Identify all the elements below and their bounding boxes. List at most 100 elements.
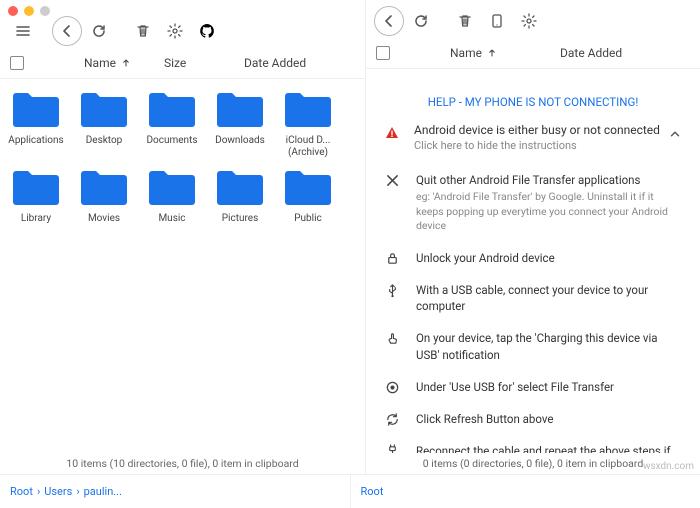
back-button[interactable] [52, 16, 82, 46]
instruction-step: With a USB cable, connect your device to… [378, 274, 688, 322]
folder-label: Library [21, 213, 51, 225]
col-date[interactable]: Date Added [560, 46, 690, 60]
folder-item[interactable]: iCloud D... (Archive) [280, 91, 336, 159]
breadcrumb-sep: › [37, 485, 40, 498]
close-window-icon[interactable] [8, 6, 18, 16]
warning-icon [384, 125, 400, 144]
instruction-step: Click Refresh Button above [378, 403, 688, 435]
usb-icon [384, 283, 400, 298]
folder-label: Music [158, 213, 185, 225]
folder-label: iCloud D... (Archive) [280, 135, 336, 159]
refresh-button[interactable] [406, 6, 436, 36]
step-text: Under 'Use USB for' select File Transfer [416, 379, 682, 395]
col-name[interactable]: Name [450, 46, 560, 60]
chevron-up-icon[interactable] [668, 127, 682, 144]
folder-label: Applications [8, 135, 63, 147]
breadcrumb-segment[interactable]: paulin... [84, 485, 122, 498]
instruction-step: Unlock your Android device [378, 242, 688, 274]
folder-item[interactable]: Desktop [76, 91, 132, 159]
folder-item[interactable]: Documents [144, 91, 200, 159]
breadcrumb-sep: › [76, 485, 79, 498]
folder-icon [80, 169, 128, 207]
sort-asc-icon [120, 57, 132, 69]
folder-label: Movies [88, 213, 120, 225]
footer: Root › Users › paulin... Root [0, 474, 700, 508]
folder-item[interactable]: Downloads [212, 91, 268, 159]
folder-icon [216, 169, 264, 207]
folder-item[interactable]: Music [144, 169, 200, 225]
folder-icon [284, 169, 332, 207]
breadcrumb-segment[interactable]: Users [44, 485, 72, 498]
folder-icon [12, 169, 60, 207]
folder-icon [80, 91, 128, 129]
step-text: Unlock your Android device [416, 250, 682, 266]
cable-icon [384, 444, 400, 453]
folder-label: Documents [146, 135, 197, 147]
local-pane: Name Size Date Added Applications Desktop… [0, 0, 365, 474]
settings-button[interactable] [514, 6, 544, 36]
folder-icon [148, 91, 196, 129]
breadcrumb-segment[interactable]: Root [361, 485, 384, 498]
step-text: On your device, tap the 'Charging this d… [416, 330, 682, 362]
step-text: Quit other Android File Transfer applica… [416, 172, 682, 234]
folder-item[interactable]: Applications [8, 91, 64, 159]
folder-label: Public [294, 213, 322, 225]
folder-label: Downloads [215, 135, 265, 147]
folder-item[interactable]: Public [280, 169, 336, 225]
help-link[interactable]: HELP - MY PHONE IS NOT CONNECTING! [428, 95, 639, 109]
right-breadcrumb: Root [361, 485, 691, 498]
delete-button[interactable] [128, 16, 158, 46]
col-date[interactable]: Date Added [244, 56, 355, 70]
folder-item[interactable]: Movies [76, 169, 132, 225]
folder-item[interactable]: Pictures [212, 169, 268, 225]
menu-button[interactable] [8, 16, 38, 46]
folder-item[interactable]: Library [8, 169, 64, 225]
instruction-step: Under 'Use USB for' select File Transfer [378, 371, 688, 403]
instruction-step: Quit other Android File Transfer applica… [378, 164, 688, 242]
col-size[interactable]: Size [164, 56, 244, 70]
help-link-row: HELP - MY PHONE IS NOT CONNECTING! [374, 81, 692, 119]
watermark: wsxdn.com [643, 461, 694, 472]
refresh-icon [384, 412, 400, 427]
refresh-button[interactable] [84, 16, 114, 46]
folder-label: Desktop [86, 135, 123, 147]
select-all-checkbox[interactable] [10, 56, 24, 70]
left-file-grid: Applications Desktop Documents Downloads iCl… [0, 79, 365, 453]
connection-alert[interactable]: Android device is either busy or not con… [374, 119, 692, 158]
folder-icon [12, 91, 60, 129]
minimize-window-icon[interactable] [24, 6, 34, 16]
radio-icon [384, 380, 400, 395]
left-column-header: Name Size Date Added [0, 48, 365, 79]
close-icon [384, 173, 400, 188]
window-controls[interactable] [0, 0, 58, 16]
right-column-header: Name Date Added [366, 38, 700, 69]
instruction-step: On your device, tap the 'Charging this d… [378, 322, 688, 370]
sort-asc-icon [486, 47, 498, 59]
instruction-list: Quit other Android File Transfer applica… [374, 158, 692, 453]
github-button[interactable] [192, 16, 222, 46]
storage-button[interactable] [482, 6, 512, 36]
left-breadcrumb: Root › Users › paulin... [10, 485, 340, 498]
maximize-window-icon[interactable] [40, 6, 50, 16]
back-button[interactable] [374, 6, 404, 36]
step-text: Reconnect the cable and repeat the above… [416, 443, 682, 453]
folder-icon [216, 91, 264, 129]
folder-icon [284, 91, 332, 129]
select-all-checkbox[interactable] [376, 46, 390, 60]
right-body: HELP - MY PHONE IS NOT CONNECTING! Andro… [366, 69, 700, 453]
step-text: Click Refresh Button above [416, 411, 682, 427]
right-toolbar [366, 0, 700, 38]
breadcrumb-segment[interactable]: Root [10, 485, 33, 498]
touch-icon [384, 331, 400, 346]
alert-title: Android device is either busy or not con… [414, 123, 660, 137]
folder-label: Pictures [222, 213, 259, 225]
instruction-step: Reconnect the cable and repeat the above… [378, 435, 688, 453]
folder-icon [148, 169, 196, 207]
step-text: With a USB cable, connect your device to… [416, 282, 682, 314]
delete-button[interactable] [450, 6, 480, 36]
left-status-bar: 10 items (10 directories, 0 file), 0 ite… [0, 453, 365, 474]
alert-subtitle: Click here to hide the instructions [414, 139, 660, 152]
settings-button[interactable] [160, 16, 190, 46]
col-name[interactable]: Name [84, 56, 164, 70]
device-pane: Name Date Added HELP - MY PHONE IS NOT C… [365, 0, 700, 474]
